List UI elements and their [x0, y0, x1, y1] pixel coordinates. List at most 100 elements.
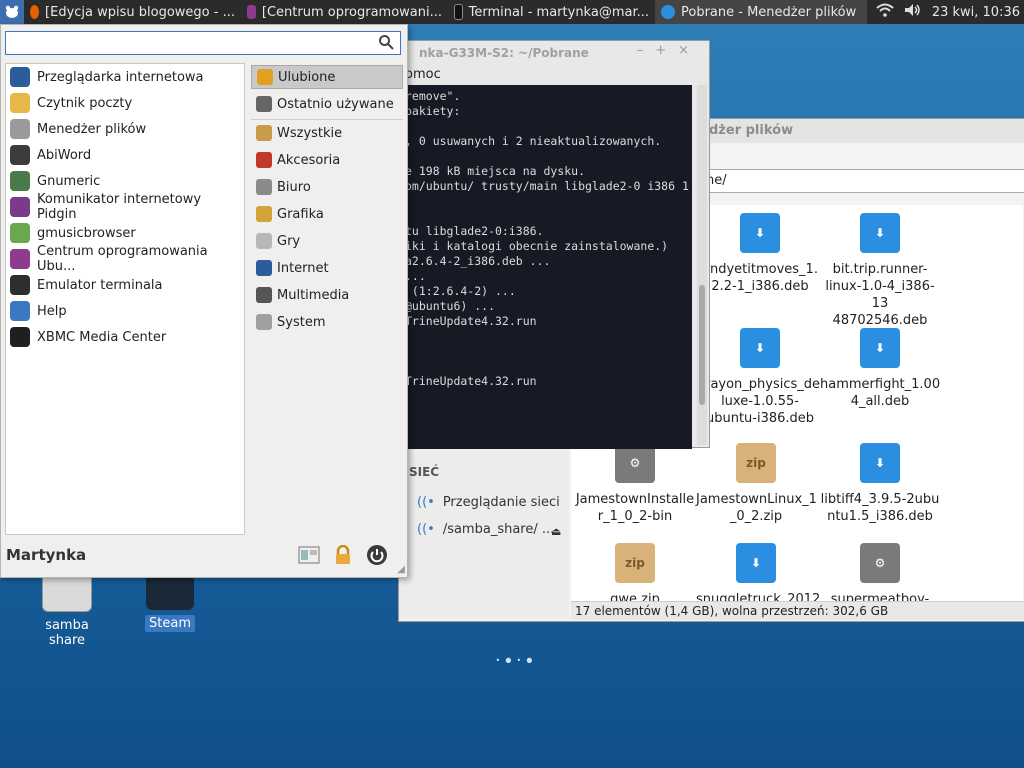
deb-package-icon: ⬇ — [736, 543, 776, 583]
terminal-line: iki i katalogi obecnie zainstalowane.) — [405, 239, 669, 253]
favorite-item-label: Help — [37, 303, 67, 319]
favorite-item[interactable]: Przeglądarka internetowa — [6, 64, 244, 90]
accessories-icon — [256, 152, 272, 168]
lock-icon — [336, 545, 350, 564]
category-item-label: Akcesoria — [277, 152, 341, 168]
logout-button[interactable] — [365, 543, 389, 567]
clock-icon — [256, 96, 272, 112]
whisker-menu-button[interactable] — [0, 0, 24, 24]
file-item[interactable]: ⬇ bit.trip.runner- linux-1.0-4_i386-13 4… — [820, 213, 940, 329]
firefox-icon — [30, 5, 40, 19]
favorite-item[interactable]: Emulator terminala — [6, 272, 244, 298]
terminal-line: @ubuntu6) ... — [405, 299, 496, 313]
zip-archive-icon: zip — [736, 443, 776, 483]
category-item-label: Gry — [277, 233, 301, 249]
music-icon — [10, 223, 30, 243]
abiword-icon — [10, 145, 30, 165]
file-name: gwe.zip — [610, 592, 660, 601]
category-item[interactable]: Ulubione — [251, 65, 403, 89]
favorite-item-label: Emulator terminala — [37, 277, 163, 293]
category-item[interactable]: Gry — [251, 229, 403, 253]
scrollbar[interactable] — [697, 85, 707, 445]
taskbar-item-label: [Edycja wpisu blogowego - ... — [45, 4, 235, 20]
scrollbar-thumb[interactable] — [699, 285, 705, 405]
category-item-label: Ulubione — [278, 69, 336, 85]
terminal-line: pakiety: — [405, 104, 461, 118]
file-item[interactable]: ⬇ andyetitmoves_1. 2.2-1_i386.deb — [700, 213, 820, 295]
terminal-line: ... — [405, 269, 426, 283]
sidebar-item-label: Przeglądanie sieci — [442, 495, 560, 510]
terminal-line: remove". — [405, 89, 461, 103]
taskbar-item-blog[interactable]: [Edycja wpisu blogowego - ... — [24, 0, 241, 24]
location-bar[interactable]: ne/ — [699, 169, 1024, 193]
file-item[interactable]: ⬇ snuggletruck_2012 — [696, 543, 820, 601]
menu-item-help[interactable]: omoc — [399, 65, 709, 85]
lock-screen-button[interactable] — [331, 543, 355, 567]
category-item[interactable]: System — [251, 310, 403, 334]
deb-package-icon: ⬇ — [860, 328, 900, 368]
favorite-item[interactable]: Komunikator internetowy Pidgin — [6, 192, 244, 222]
window-controls[interactable]: –+× — [637, 43, 701, 58]
terminal-icon — [10, 275, 30, 295]
search-input[interactable] — [10, 33, 374, 55]
executable-gear-icon: ⚙ — [615, 443, 655, 483]
download-icon — [661, 5, 675, 19]
file-name: libtiff4_3.9.5-2ubu ntu1.5_i386.deb — [820, 492, 940, 524]
category-item[interactable]: Multimedia — [251, 283, 403, 307]
taskbar-item-terminal[interactable]: Terminal - martynka@mar... — [448, 0, 655, 24]
sidebar-item-browse-network[interactable]: ((• Przeglądanie sieci — [417, 495, 560, 510]
file-item[interactable]: zip gwe.zip — [575, 543, 695, 601]
file-item[interactable]: ⬇ trayon_physics_de luxe-1.0.55- ubuntu-… — [700, 328, 820, 427]
terminal-line: a2.6.4-2_i386.deb ... — [405, 254, 551, 268]
favorite-item[interactable]: Menedżer plików — [6, 116, 244, 142]
favorite-item[interactable]: Gnumeric — [6, 168, 244, 194]
file-item[interactable]: ⬇ libtiff4_3.9.5-2ubu ntu1.5_i386.deb — [820, 443, 940, 525]
file-item[interactable]: ⬇ hammerfight_1.00 4_all.deb — [820, 328, 940, 410]
favorite-item[interactable]: AbiWord — [6, 142, 244, 168]
network-icon: ((• — [417, 495, 435, 510]
deb-package-icon: ⬇ — [860, 443, 900, 483]
favorite-item[interactable]: Centrum oprogramowania Ubu... — [6, 244, 244, 274]
favorite-item[interactable]: gmusicbrowser — [6, 220, 244, 246]
eject-icon[interactable]: ⏏ — [551, 525, 561, 538]
favorite-item-label: Gnumeric — [37, 173, 101, 189]
favorite-item[interactable]: XBMC Media Center — [6, 324, 244, 350]
file-item[interactable]: ⚙ JamestownInstalle r_1_0_2-bin — [575, 443, 695, 525]
category-item[interactable]: Ostatnio używane — [251, 92, 403, 116]
category-item[interactable]: Biuro — [251, 175, 403, 199]
terminal-output[interactable]: remove". pakiety: , 0 usuwanych i 2 nieakt… — [405, 85, 692, 449]
file-item[interactable]: zip JamestownLinux_1 _0_2.zip — [696, 443, 817, 525]
favorite-item[interactable]: Czytnik poczty — [6, 90, 244, 116]
category-item-label: Grafika — [277, 206, 324, 222]
desktop-icon-label: Steam — [145, 615, 195, 632]
category-item[interactable]: Akcesoria — [251, 148, 403, 172]
whisker-menu: Przeglądarka internetowa Czytnik poczty Me… — [0, 24, 408, 578]
system-icon — [256, 314, 272, 330]
terminal-line: (1:2.6.4-2) ... — [405, 284, 516, 298]
all-icon — [256, 125, 272, 141]
taskbar-item-file-manager[interactable]: Pobrane - Menedżer plików — [655, 0, 867, 24]
favorite-item[interactable]: Help — [6, 298, 244, 324]
terminal-line: om/ubuntu/ trusty/main libglade2-0 i386 … — [405, 179, 689, 193]
resize-grip-icon[interactable]: ◢ — [397, 564, 405, 575]
software-center-icon — [10, 249, 30, 269]
category-item[interactable]: Grafika — [251, 202, 403, 226]
volume-icon[interactable] — [904, 3, 922, 21]
clock[interactable]: 23 kwi, 10:36 — [932, 5, 1020, 20]
wifi-icon[interactable] — [876, 3, 894, 21]
file-item[interactable]: ⚙ supermeatboy- — [820, 543, 940, 601]
top-panel: [Edycja wpisu blogowego - ... [Centrum o… — [0, 0, 1024, 24]
category-item[interactable]: Wszystkie — [251, 121, 403, 145]
file-name: JamestownInstalle r_1_0_2-bin — [575, 492, 695, 524]
pidgin-icon — [10, 197, 30, 217]
file-name: hammerfight_1.00 4_all.deb — [820, 377, 941, 409]
desktop-icon-samba-share[interactable]: samba share — [27, 568, 107, 648]
category-item[interactable]: Internet — [251, 256, 403, 280]
settings-button[interactable] — [297, 543, 321, 567]
search-icon — [379, 35, 394, 50]
sidebar-item-samba-share[interactable]: ((• /samba_share/ ... — [417, 522, 554, 537]
taskbar-item-software-center[interactable]: [Centrum oprogramowani... — [241, 0, 448, 24]
office-icon — [256, 179, 272, 195]
